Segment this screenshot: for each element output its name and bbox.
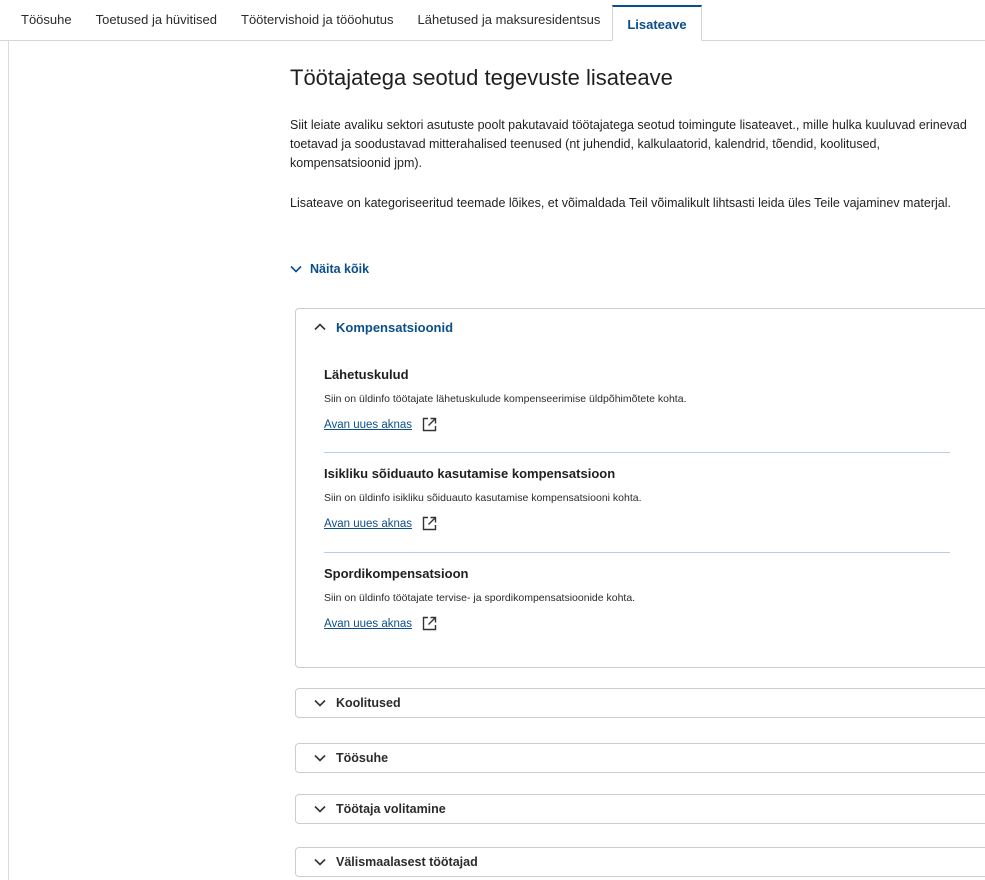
tab-toosuhe[interactable]: Töösuhe: [9, 0, 84, 40]
show-all-label: Näita kõik: [310, 262, 370, 276]
item-divider: [324, 452, 950, 453]
chevron-down-icon: [314, 858, 326, 866]
open-new-window-link[interactable]: Avan uues aknas: [324, 419, 412, 431]
accordion-koolitused[interactable]: Koolitused: [295, 688, 985, 718]
external-link-icon[interactable]: [422, 417, 437, 432]
chevron-down-icon: [290, 265, 302, 273]
accordion-kompensatsioonid: Kompensatsioonid Lähetuskulud Siin on ül…: [295, 308, 985, 668]
tab-tootervishoid[interactable]: Töötervishoid ja tööohutus: [229, 0, 405, 40]
chevron-down-icon: [314, 805, 326, 813]
tab-lisateave[interactable]: Lisateave: [612, 5, 702, 41]
tab-lahetused[interactable]: Lähetused ja maksuresidentsus: [406, 0, 613, 40]
item-title: Spordikompensatsioon: [324, 566, 469, 581]
external-link-icon[interactable]: [422, 616, 437, 631]
intro-paragraph-2: Lisateave on kategoriseeritud teemade lõ…: [290, 196, 951, 210]
page-title: Töötajatega seotud tegevuste lisateave: [290, 65, 673, 90]
chevron-down-icon: [314, 699, 326, 707]
show-all-button[interactable]: Näita kõik: [290, 262, 369, 276]
accordion-label: Koolitused: [336, 696, 401, 710]
list-item: Isikliku sõiduauto kasutamise kompensats…: [324, 466, 950, 531]
item-divider: [324, 552, 950, 553]
accordion-tootaja-volitamine[interactable]: Töötaja volitamine: [295, 794, 985, 824]
accordion-header-kompensatsioonid[interactable]: Kompensatsioonid: [296, 309, 985, 345]
tab-toetused[interactable]: Toetused ja hüvitised: [84, 0, 229, 40]
accordion-label: Välismaalasest töötajad: [336, 855, 478, 869]
item-description: Siin on üldinfo isikliku sõiduauto kasut…: [324, 492, 642, 504]
tab-bar: Töösuhe Toetused ja hüvitised Töötervish…: [0, 0, 985, 41]
item-description: Siin on üldinfo töötajate lähetuskulude …: [324, 393, 687, 405]
intro-paragraph: Siit leiate avaliku sektori asutuste poo…: [290, 118, 967, 170]
open-new-window-link[interactable]: Avan uues aknas: [324, 618, 412, 630]
item-title: Lähetuskulud: [324, 367, 409, 382]
accordion-valismaalasest-tootajad[interactable]: Välismaalasest töötajad: [295, 847, 985, 877]
accordion-label: Töötaja volitamine: [336, 802, 446, 816]
chevron-up-icon: [314, 323, 326, 331]
chevron-down-icon: [314, 754, 326, 762]
accordion-toosuhe[interactable]: Töösuhe: [295, 743, 985, 773]
item-title: Isikliku sõiduauto kasutamise kompensats…: [324, 466, 616, 481]
accordion-label: Töösuhe: [336, 751, 389, 765]
list-item: Lähetuskulud Siin on üldinfo töötajate l…: [324, 367, 950, 432]
open-new-window-link[interactable]: Avan uues aknas: [324, 518, 412, 530]
accordion-label: Kompensatsioonid: [336, 319, 454, 335]
item-description: Siin on üldinfo töötajate tervise- ja sp…: [324, 592, 636, 604]
left-divider: [8, 41, 9, 880]
list-item: Spordikompensatsioon Siin on üldinfo töö…: [324, 566, 950, 631]
external-link-icon[interactable]: [422, 516, 437, 531]
